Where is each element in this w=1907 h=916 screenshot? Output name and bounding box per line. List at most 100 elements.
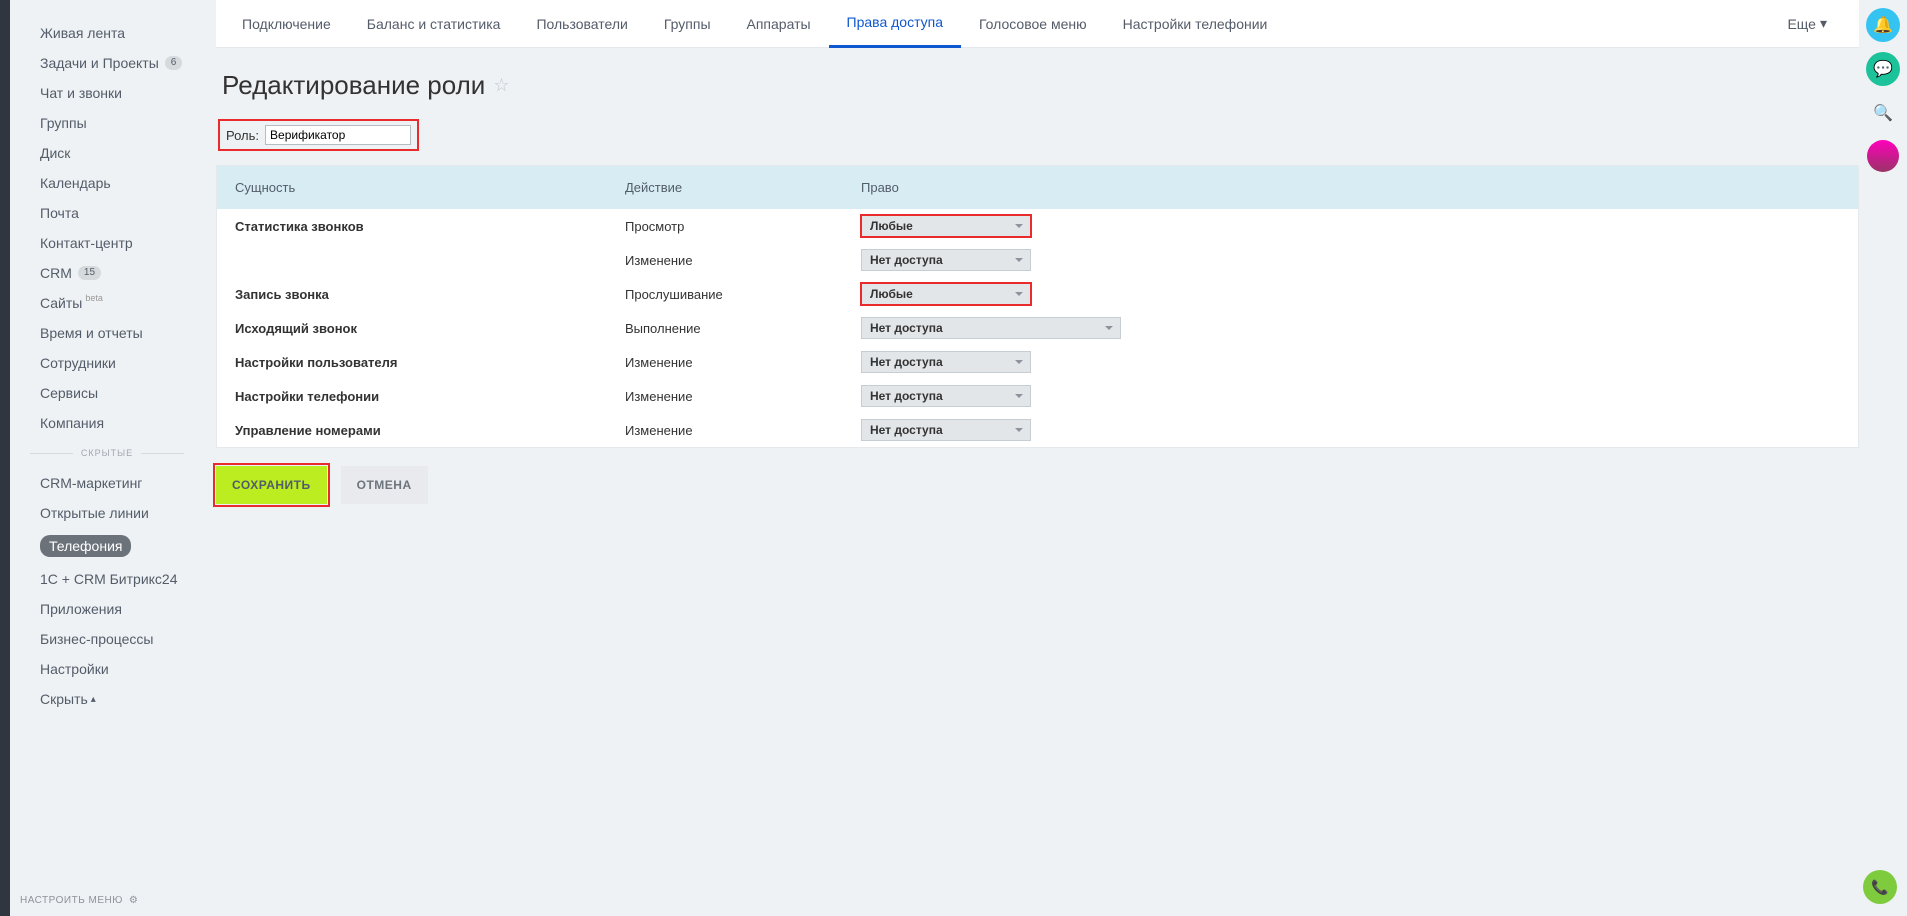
sidebar-item[interactable]: CRM-маркетинг: [10, 468, 204, 498]
cancel-button[interactable]: ОТМЕНА: [341, 466, 428, 504]
sidebar-item[interactable]: 1С + CRM Битрикс24: [10, 564, 204, 594]
permission-cell: Любые: [861, 215, 1840, 237]
sidebar-item-label: Сотрудники: [40, 355, 116, 371]
permission-cell: Нет доступа: [861, 317, 1840, 339]
sidebar-item[interactable]: Время и отчеты: [10, 318, 204, 348]
sidebar-item[interactable]: Открытые линии: [10, 498, 204, 528]
tab[interactable]: Пользователи: [518, 0, 645, 48]
tab[interactable]: Голосовое меню: [961, 0, 1105, 48]
phone-icon: 📞: [1871, 879, 1888, 896]
permission-select[interactable]: Любые: [861, 215, 1031, 237]
sidebar-item[interactable]: Живая лента: [10, 18, 204, 48]
sidebar: Живая лента Задачи и Проекты6 Чат и звонки…: [10, 0, 204, 916]
sidebar-item[interactable]: Приложения: [10, 594, 204, 624]
table-header: Сущность Действие Право: [217, 166, 1858, 209]
th-action: Действие: [625, 180, 861, 195]
sidebar-item-label: Компания: [40, 415, 104, 431]
sidebar-item-label: Скрыть: [40, 691, 88, 707]
permission-cell: Нет доступа: [861, 385, 1840, 407]
sidebar-item[interactable]: Контакт-центр: [10, 228, 204, 258]
star-icon[interactable]: ☆: [493, 75, 509, 96]
sidebar-item[interactable]: Почта: [10, 198, 204, 228]
entity-cell: Статистика звонков: [235, 219, 625, 234]
tab[interactable]: Группы: [646, 0, 729, 48]
action-cell: Изменение: [625, 389, 861, 404]
action-cell: Изменение: [625, 423, 861, 438]
gear-icon: ⚙: [129, 895, 138, 906]
tab[interactable]: Баланс и статистика: [349, 0, 519, 48]
bell-icon: 🔔: [1873, 15, 1893, 35]
permission-cell: Нет доступа: [861, 351, 1840, 373]
notifications-button[interactable]: 🔔: [1866, 8, 1900, 42]
tab-more[interactable]: Еще▾: [1787, 15, 1851, 32]
sidebar-item[interactable]: Бизнес-процессы: [10, 624, 204, 654]
action-cell: Просмотр: [625, 219, 861, 234]
sidebar-item-label: Диск: [40, 145, 70, 161]
th-permission: Право: [861, 180, 1840, 195]
sidebar-item[interactable]: Сервисы: [10, 378, 204, 408]
th-entity: Сущность: [235, 180, 625, 195]
permission-select[interactable]: Нет доступа: [861, 249, 1031, 271]
sidebar-item[interactable]: Компания: [10, 408, 204, 438]
sidebar-item[interactable]: CRM15: [10, 258, 204, 288]
action-cell: Изменение: [625, 355, 861, 370]
sidebar-item[interactable]: Сайтыbeta: [10, 288, 204, 318]
beta-badge: beta: [85, 293, 103, 303]
permission-select[interactable]: Нет доступа: [861, 317, 1121, 339]
content-area: ПодключениеБаланс и статистикаПользовате…: [204, 0, 1859, 916]
left-edge-bar: [0, 0, 10, 916]
sidebar-item-label: Почта: [40, 205, 79, 221]
table-row: Управление номерамиИзменениеНет доступа: [217, 413, 1858, 447]
sidebar-item-label: Телефония: [40, 535, 131, 557]
sidebar-item[interactable]: Телефония: [10, 528, 204, 564]
table-row: Запись звонкаПрослушиваниеЛюбые: [217, 277, 1858, 311]
sidebar-item[interactable]: Группы: [10, 108, 204, 138]
sidebar-item-label: Открытые линии: [40, 505, 149, 521]
action-cell: Выполнение: [625, 321, 861, 336]
tab[interactable]: Аппараты: [729, 0, 829, 48]
configure-menu-button[interactable]: НАСТРОИТЬ МЕНЮ ⚙: [20, 895, 138, 906]
sidebar-item-label: Чат и звонки: [40, 85, 122, 101]
table-row: ИзменениеНет доступа: [217, 243, 1858, 277]
sidebar-hidden-divider: СКРЫТЫЕ: [10, 438, 204, 468]
action-cell: Прослушивание: [625, 287, 861, 302]
action-buttons: СОХРАНИТЬ ОТМЕНА: [216, 466, 1859, 504]
sidebar-item-label: Сервисы: [40, 385, 98, 401]
sidebar-item-label: Бизнес-процессы: [40, 631, 153, 647]
table-row: Настройки телефонииИзменениеНет доступа: [217, 379, 1858, 413]
chat-rail-button[interactable]: 💬: [1866, 52, 1900, 86]
sidebar-item-label: Живая лента: [40, 25, 125, 41]
tab[interactable]: Подключение: [224, 0, 349, 48]
caret-up-icon: ▴: [91, 694, 96, 705]
sidebar-item[interactable]: Задачи и Проекты6: [10, 48, 204, 78]
sidebar-item[interactable]: Чат и звонки: [10, 78, 204, 108]
action-cell: Изменение: [625, 253, 861, 268]
entity-cell: Запись звонка: [235, 287, 625, 302]
tab[interactable]: Настройки телефонии: [1105, 0, 1286, 48]
role-label: Роль:: [226, 128, 259, 143]
entity-cell: Исходящий звонок: [235, 321, 625, 336]
permission-cell: Любые: [861, 283, 1840, 305]
sidebar-item-label: Сайты: [40, 295, 82, 311]
phone-widget-button[interactable]: 📞: [1863, 870, 1897, 904]
sidebar-item[interactable]: Диск: [10, 138, 204, 168]
sidebar-item-label: Календарь: [40, 175, 111, 191]
chat-icon: 💬: [1873, 59, 1893, 79]
avatar[interactable]: [1867, 140, 1899, 172]
search-icon: 🔍: [1873, 103, 1893, 123]
permissions-table: Сущность Действие Право Статистика звонк…: [216, 165, 1859, 448]
permission-select[interactable]: Нет доступа: [861, 419, 1031, 441]
sidebar-item[interactable]: Скрыть▴: [10, 684, 204, 714]
sidebar-item-label: 1С + CRM Битрикс24: [40, 571, 178, 587]
role-input[interactable]: [265, 125, 411, 145]
save-button[interactable]: СОХРАНИТЬ: [216, 466, 327, 504]
sidebar-item[interactable]: Календарь: [10, 168, 204, 198]
search-rail-button[interactable]: 🔍: [1866, 96, 1900, 130]
permission-select[interactable]: Любые: [861, 283, 1031, 305]
permission-select[interactable]: Нет доступа: [861, 385, 1031, 407]
sidebar-item[interactable]: Сотрудники: [10, 348, 204, 378]
tab[interactable]: Права доступа: [829, 0, 961, 48]
table-row: Исходящий звонокВыполнениеНет доступа: [217, 311, 1858, 345]
sidebar-item[interactable]: Настройки: [10, 654, 204, 684]
permission-select[interactable]: Нет доступа: [861, 351, 1031, 373]
